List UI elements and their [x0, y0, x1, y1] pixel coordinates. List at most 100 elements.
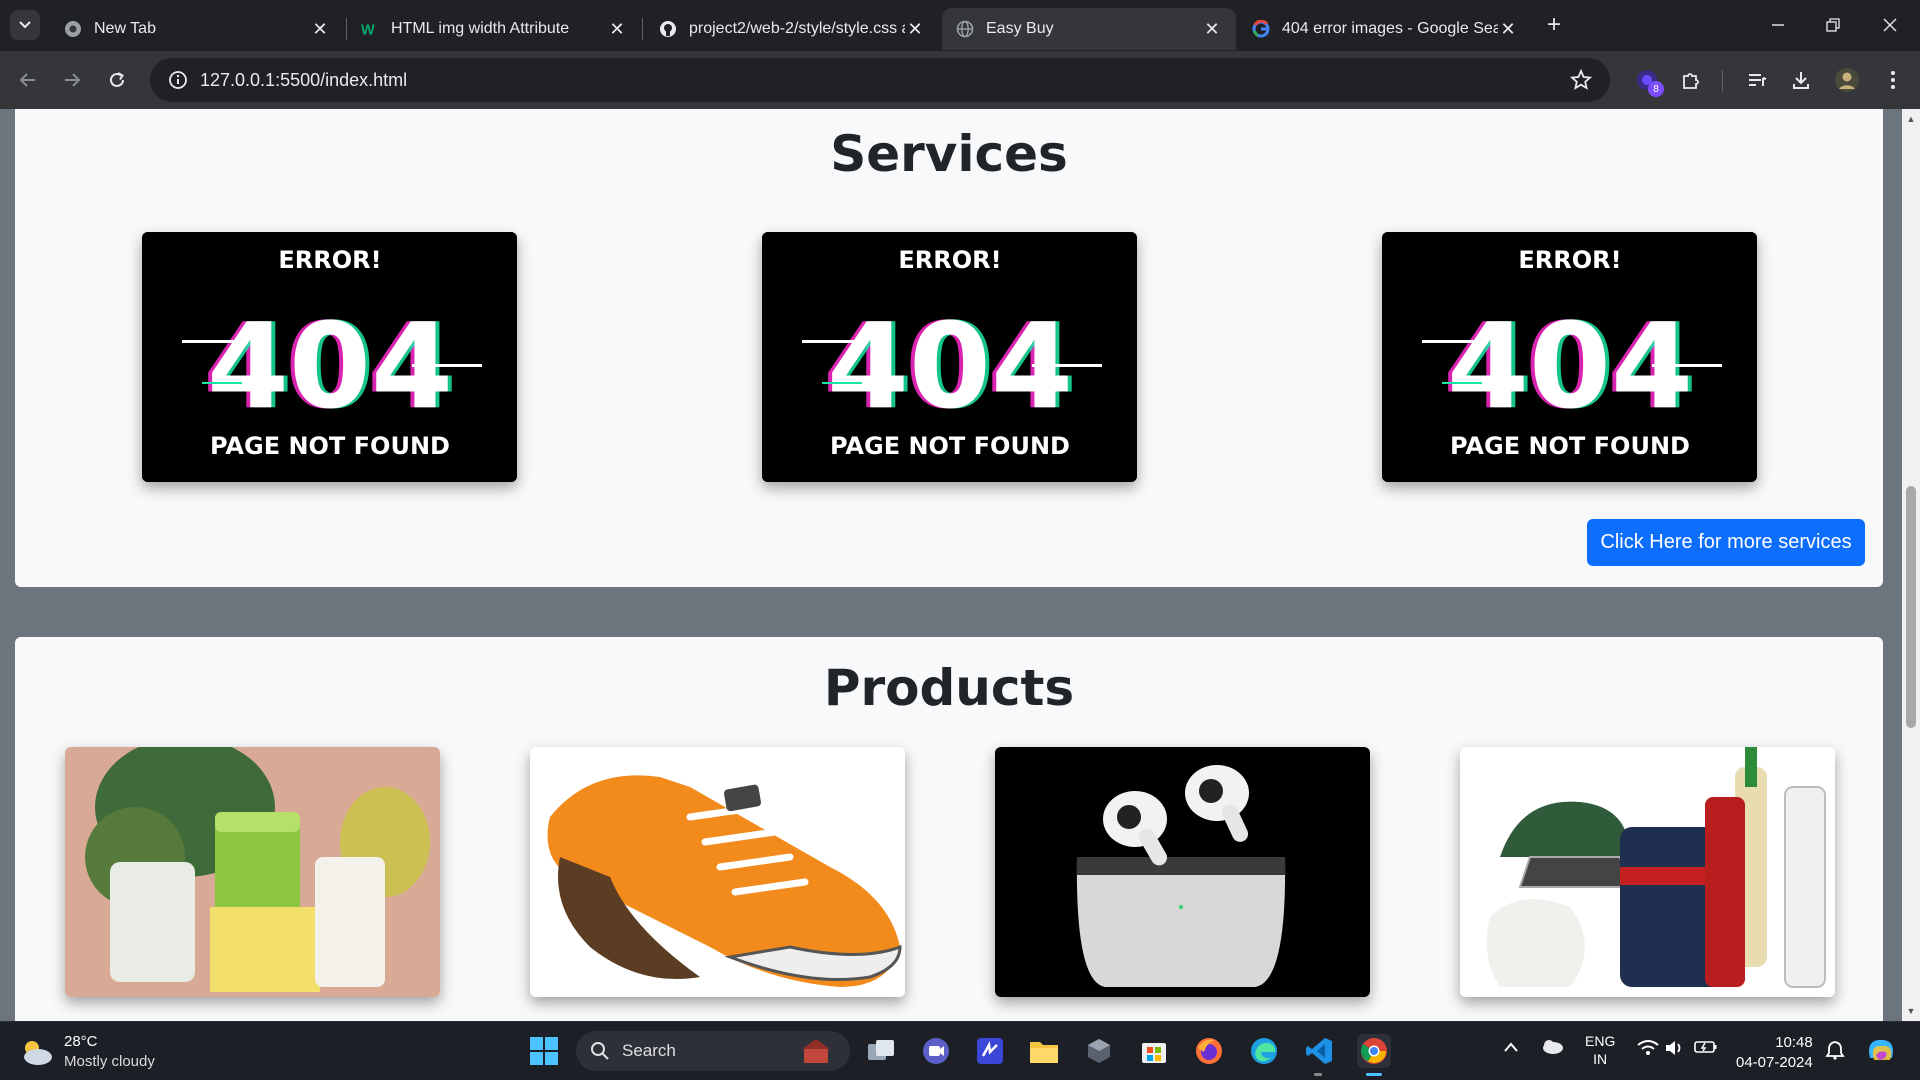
scroll-down-arrow-icon[interactable]: ▼	[1905, 1005, 1917, 1017]
edge-icon[interactable]	[1247, 1034, 1281, 1068]
extensions-puzzle-icon[interactable]	[1676, 65, 1706, 95]
scroll-up-arrow-icon[interactable]: ▲	[1905, 113, 1917, 125]
service-card-1: ERROR! 404 404 404 PAGE NOT FOUND	[142, 232, 517, 482]
close-icon[interactable]: ✕	[607, 19, 627, 39]
browser-toolbar: 127.0.0.1:5500/index.html 8	[0, 51, 1920, 109]
products-title: Products	[823, 659, 1075, 717]
github-icon	[659, 20, 677, 38]
copilot-icon[interactable]	[1864, 1034, 1898, 1069]
taskbar-search-label: Search	[622, 1041, 676, 1060]
forward-button[interactable]	[56, 64, 88, 96]
cloudy-weather-icon	[24, 1041, 52, 1065]
whiteboard-app-icon[interactable]	[973, 1034, 1007, 1068]
clock-time: 10:48	[1775, 1034, 1813, 1051]
arrow-left-icon	[19, 73, 35, 87]
media-queue-icon[interactable]	[1742, 65, 1772, 95]
search-highlight-icon	[802, 1039, 830, 1063]
language-indicator[interactable]: ENG IN	[1585, 1032, 1615, 1068]
vscode-icon[interactable]	[1302, 1034, 1336, 1076]
windows-start-icon[interactable]	[527, 1034, 561, 1068]
clock-date: 04-07-2024	[1736, 1054, 1813, 1071]
products-section: Products	[15, 637, 1883, 1021]
running-indicator	[1314, 1073, 1322, 1076]
onedrive-cloud-icon[interactable]	[1540, 1038, 1564, 1057]
teams-meet-icon[interactable]	[919, 1034, 953, 1068]
profile-avatar-icon[interactable]	[1832, 65, 1862, 95]
tab-search-button[interactable]	[10, 10, 40, 40]
extension-badge-icon[interactable]: 8	[1632, 65, 1664, 97]
close-icon[interactable]: ✕	[1202, 19, 1222, 39]
error-404-image: ERROR! 404 404 404 PAGE NOT FOUND	[1382, 232, 1757, 482]
cricket-kit-image	[1460, 747, 1835, 997]
close-icon[interactable]: ✕	[905, 19, 925, 39]
product-card-skincare[interactable]	[65, 747, 440, 997]
notification-bell-icon[interactable]	[1825, 1040, 1845, 1063]
orange-sneaker-image	[530, 747, 905, 997]
globe-icon	[956, 20, 974, 38]
taskbar-search-box[interactable]: Search	[576, 1031, 850, 1071]
firefox-icon[interactable]	[1192, 1034, 1226, 1068]
airpods-pro-image	[995, 747, 1370, 997]
error-top-text: ERROR!	[1518, 246, 1621, 274]
battery-icon[interactable]	[1694, 1039, 1718, 1058]
back-button[interactable]	[12, 64, 44, 96]
reload-button[interactable]	[101, 64, 133, 96]
task-view-icon[interactable]	[864, 1034, 898, 1068]
product-card-airpods[interactable]	[995, 747, 1370, 997]
app-cube-icon[interactable]	[1082, 1034, 1116, 1068]
chrome-taskbar-icon[interactable]	[1357, 1034, 1391, 1076]
page-viewport: Services ERROR! 404 404 404 PAGE NOT FOU…	[0, 109, 1920, 1021]
tab-html-img-width[interactable]: W HTML img width Attribute ✕	[347, 8, 641, 50]
close-window-button[interactable]	[1870, 8, 1910, 42]
address-bar[interactable]: 127.0.0.1:5500/index.html	[150, 58, 1610, 102]
tab-title: New Tab	[94, 20, 156, 37]
error-bottom-text: PAGE NOT FOUND	[210, 432, 450, 460]
tab-new-tab[interactable]: New Tab ✕	[50, 8, 344, 50]
tab-github-style[interactable]: project2/web-2/style/style.css a ✕	[645, 8, 939, 50]
google-icon	[1252, 20, 1270, 38]
restore-icon	[1826, 18, 1840, 32]
chevron-up-icon[interactable]	[1503, 1040, 1519, 1056]
error-bottom-text: PAGE NOT FOUND	[830, 432, 1070, 460]
taskbar-clock[interactable]: 10:48 04-07-2024	[1736, 1033, 1813, 1073]
close-icon[interactable]: ✕	[310, 19, 330, 39]
product-card-cricket-kit[interactable]	[1460, 747, 1835, 997]
url-text[interactable]: 127.0.0.1:5500/index.html	[200, 70, 407, 91]
active-indicator	[1366, 1073, 1382, 1076]
file-explorer-icon[interactable]	[1027, 1034, 1061, 1068]
close-icon[interactable]: ✕	[1498, 19, 1518, 39]
minimize-button[interactable]	[1758, 8, 1798, 42]
tab-title: HTML img width Attribute	[391, 20, 570, 37]
tab-title: project2/web-2/style/style.css a	[689, 20, 905, 37]
services-section: Services ERROR! 404 404 404 PAGE NOT FOU…	[15, 109, 1883, 587]
restore-button[interactable]	[1813, 8, 1853, 42]
arrow-right-icon	[65, 73, 81, 87]
scroll-thumb[interactable]	[1906, 486, 1916, 728]
error-bottom-text: PAGE NOT FOUND	[1450, 432, 1690, 460]
tab-easy-buy[interactable]: Easy Buy ✕	[942, 8, 1236, 50]
new-tab-button[interactable]: +	[1540, 11, 1568, 39]
windows-taskbar: 28°C Mostly cloudy Search ENG IN 10:48 0…	[0, 1021, 1920, 1080]
microsoft-store-icon[interactable]	[1137, 1034, 1171, 1068]
product-card-sneaker[interactable]	[530, 747, 905, 997]
more-services-button[interactable]: Click Here for more services	[1587, 519, 1865, 566]
close-icon	[1883, 18, 1897, 32]
toolbar-divider	[1722, 70, 1723, 92]
tab-separator	[642, 18, 643, 40]
download-icon[interactable]	[1786, 65, 1816, 95]
minimize-icon	[1772, 24, 1784, 26]
error-404-image: ERROR! 404 404 404 PAGE NOT FOUND	[762, 232, 1137, 482]
tab-title: Easy Buy	[986, 20, 1054, 37]
tab-google-404[interactable]: 404 error images - Google Sear ✕	[1238, 8, 1532, 50]
bookmark-star-icon[interactable]	[1569, 68, 1593, 96]
info-icon[interactable]	[156, 70, 200, 90]
language-label: ENG	[1585, 1033, 1616, 1049]
error-top-text: ERROR!	[898, 246, 1001, 274]
page-scrollbar[interactable]: ▲ ▼	[1902, 109, 1920, 1021]
wifi-icon[interactable]	[1637, 1039, 1659, 1060]
volume-icon[interactable]	[1664, 1039, 1684, 1060]
more-menu-icon[interactable]	[1878, 65, 1908, 95]
service-card-2: ERROR! 404 404 404 PAGE NOT FOUND	[762, 232, 1137, 482]
chrome-icon	[64, 20, 82, 38]
weather-widget[interactable]: 28°C Mostly cloudy	[18, 1032, 155, 1072]
